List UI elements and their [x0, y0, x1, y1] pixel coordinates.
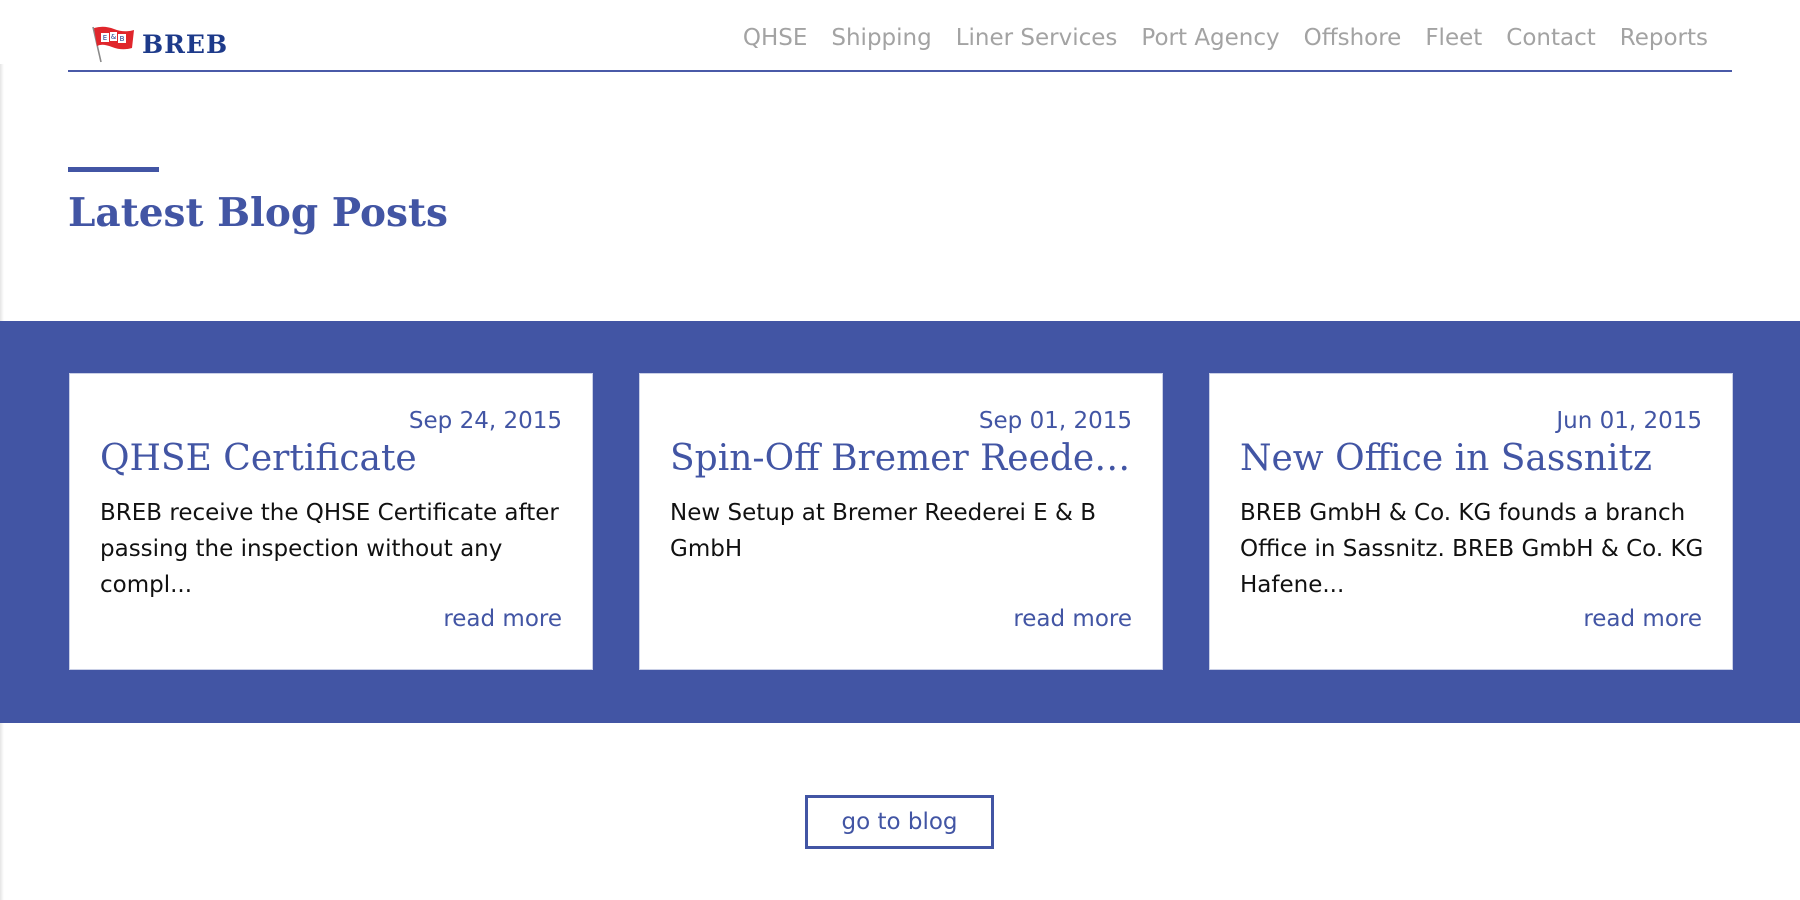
- nav-item-contact[interactable]: Contact: [1506, 25, 1595, 51]
- flag-logo-icon: E & B: [92, 26, 134, 63]
- nav-item-offshore[interactable]: Offshore: [1304, 25, 1402, 51]
- post-excerpt: BREB receive the QHSE Certificate after …: [100, 500, 559, 598]
- nav-item-reports[interactable]: Reports: [1620, 25, 1708, 51]
- logo-text: BREB: [142, 29, 229, 59]
- logo[interactable]: E & B BREB: [90, 24, 228, 64]
- nav-item-port-agency[interactable]: Port Agency: [1141, 25, 1279, 51]
- site-header: E & B BREB QHSE Shipping Liner Services …: [68, 0, 1732, 72]
- blog-card-spin-off[interactable]: Sep 01, 2015 Spin-Off Bremer Reederei ..…: [639, 373, 1163, 670]
- page: E & B BREB QHSE Shipping Liner Services …: [0, 0, 1800, 900]
- blog-posts-band: Sep 24, 2015 QHSE Certificate BREB recei…: [0, 321, 1800, 723]
- blog-card-new-office-sassnitz[interactable]: Jun 01, 2015 New Office in Sassnitz BREB…: [1209, 373, 1733, 670]
- post-title[interactable]: QHSE Certificate: [100, 438, 564, 479]
- flag-letter-3: B: [120, 35, 125, 43]
- section-title: Latest Blog Posts: [68, 190, 448, 236]
- read-more-link[interactable]: read more: [1013, 606, 1132, 632]
- post-date: Jun 01, 2015: [1556, 408, 1702, 434]
- post-excerpt: New Setup at Bremer Reederei E & B GmbH: [670, 500, 1097, 562]
- nav-item-fleet[interactable]: Fleet: [1425, 25, 1482, 51]
- post-date: Sep 01, 2015: [978, 408, 1132, 434]
- go-to-blog-button[interactable]: go to blog: [805, 795, 994, 849]
- blog-card-qhse-certificate[interactable]: Sep 24, 2015 QHSE Certificate BREB recei…: [69, 373, 593, 670]
- nav-item-shipping[interactable]: Shipping: [831, 25, 931, 51]
- flag-letter-1: E: [103, 34, 107, 42]
- post-title[interactable]: Spin-Off Bremer Reederei ...: [670, 438, 1134, 479]
- post-title[interactable]: New Office in Sassnitz: [1240, 438, 1704, 479]
- flag-letter-2: &: [111, 33, 117, 41]
- nav-item-liner-services[interactable]: Liner Services: [956, 25, 1118, 51]
- post-date: Sep 24, 2015: [408, 408, 562, 434]
- section-heading-bar: [68, 167, 159, 172]
- read-more-link[interactable]: read more: [443, 606, 562, 632]
- post-excerpt: BREB GmbH & Co. KG founds a branch Offic…: [1240, 500, 1704, 598]
- main-nav: QHSE Shipping Liner Services Port Agency…: [743, 25, 1708, 51]
- read-more-link[interactable]: read more: [1583, 606, 1702, 632]
- nav-item-qhse[interactable]: QHSE: [743, 25, 808, 51]
